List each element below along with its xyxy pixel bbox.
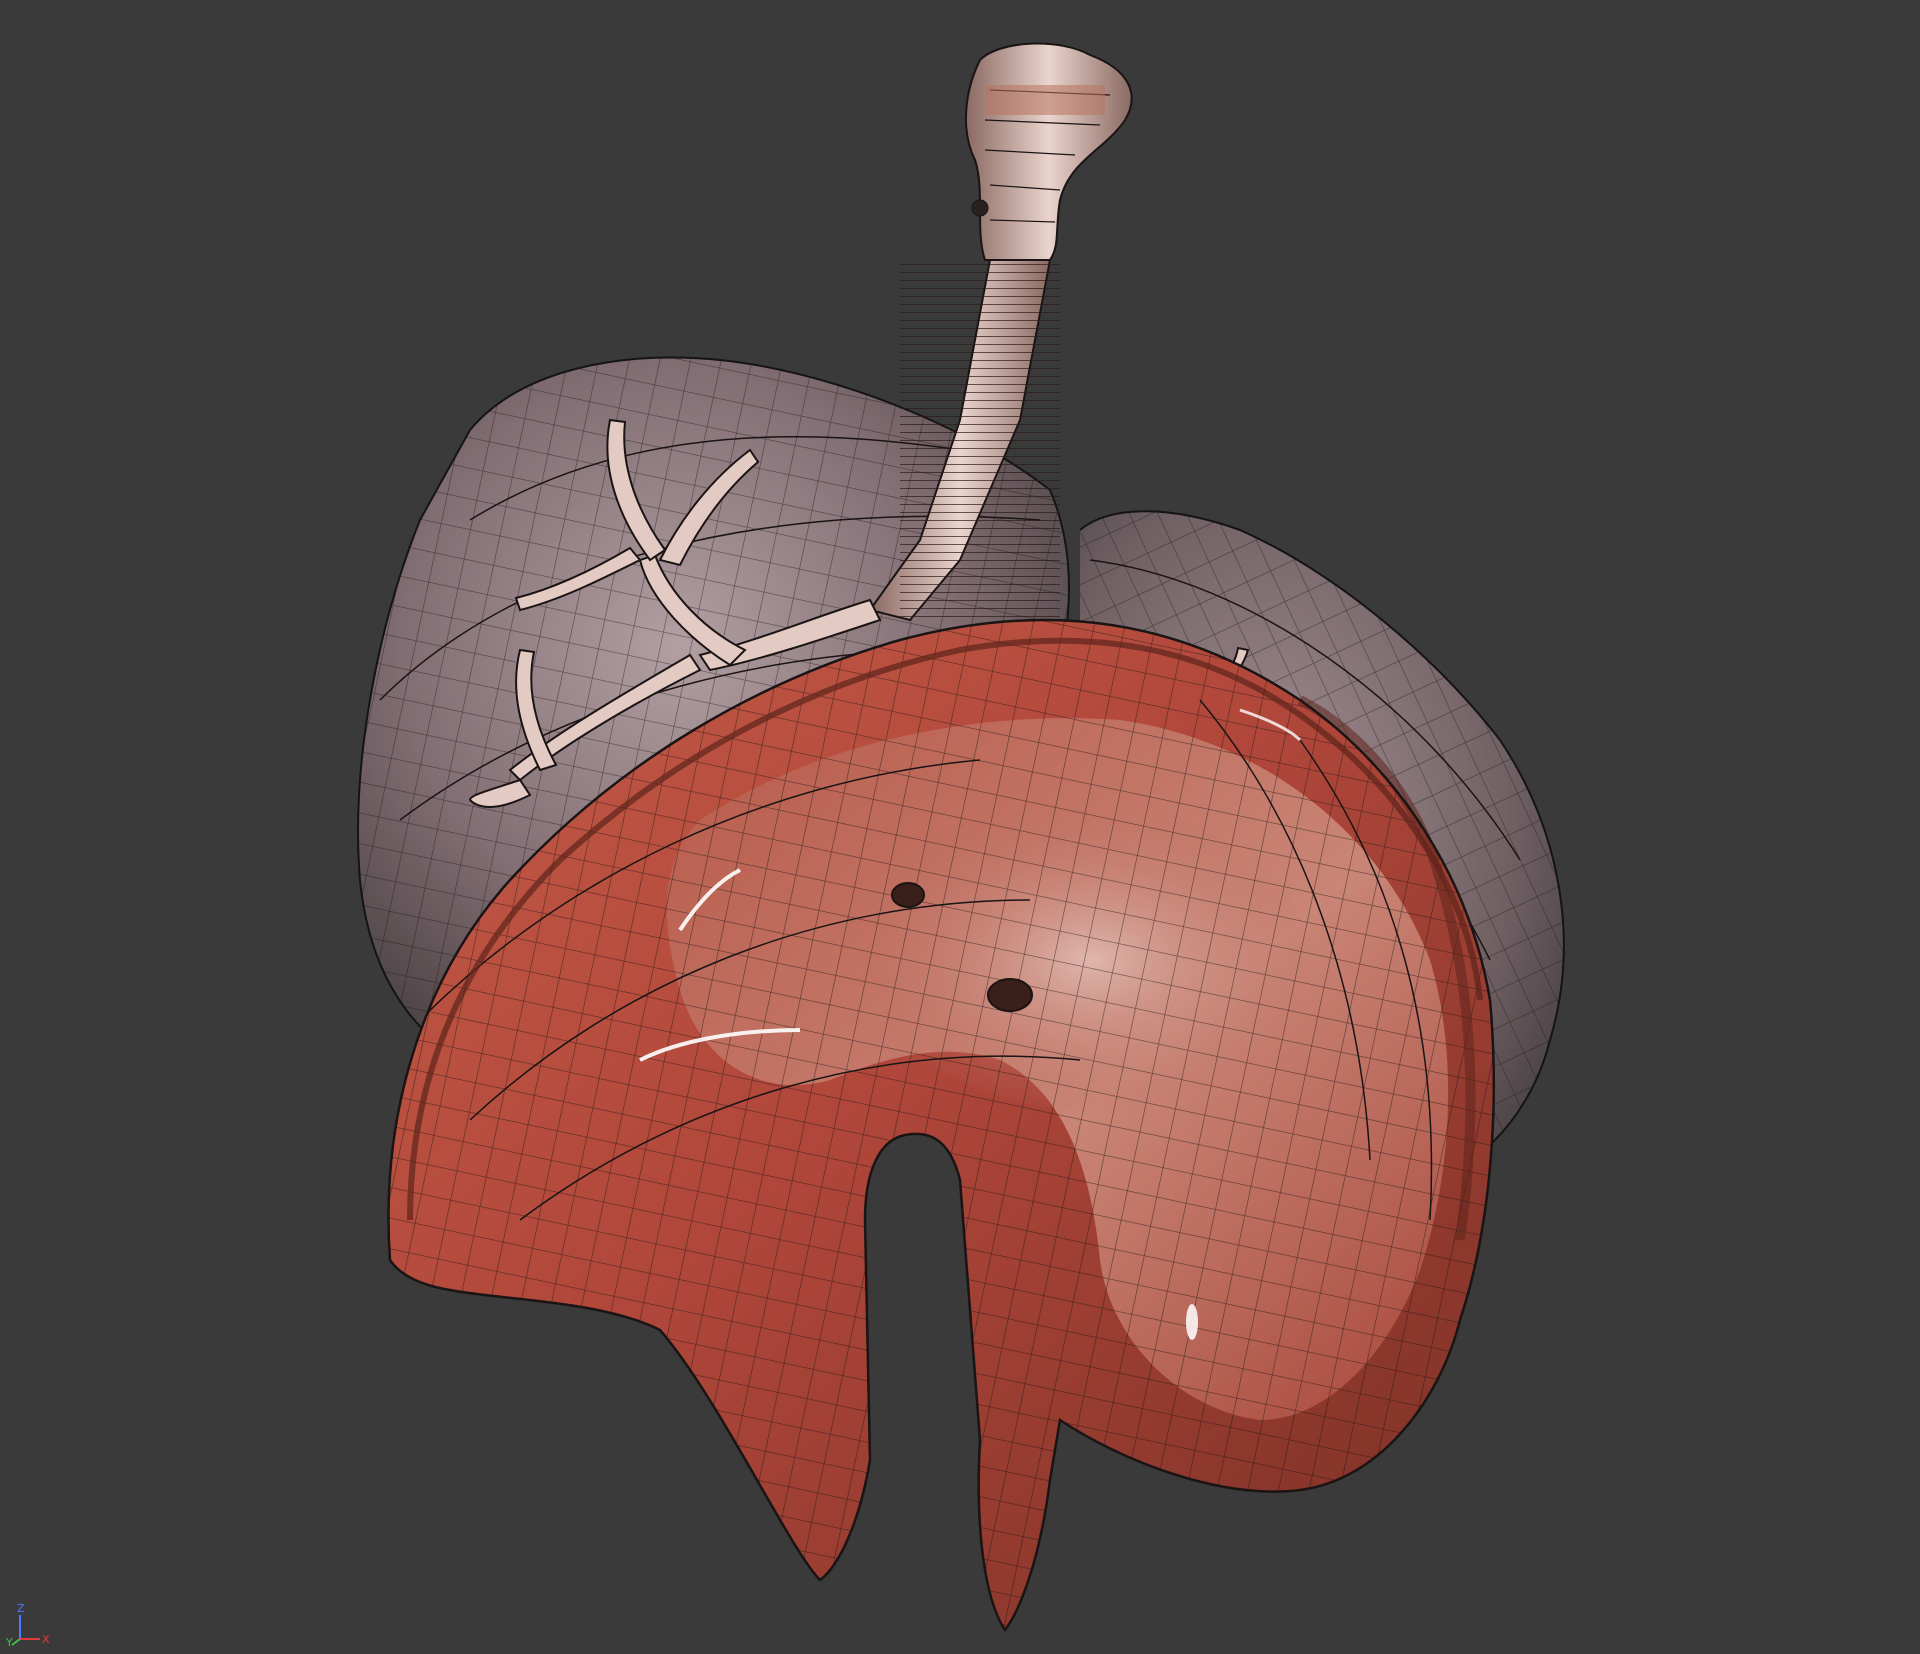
esophageal-opening bbox=[987, 978, 1033, 1012]
vena-cava-opening bbox=[891, 882, 925, 908]
anatomy-scene bbox=[357, 42, 1565, 1633]
axis-gizmo: Z Y X bbox=[6, 1602, 50, 1647]
3d-viewport[interactable]: Z Y X bbox=[0, 0, 1920, 1654]
y-axis-label: Y bbox=[6, 1636, 13, 1647]
y-axis-icon bbox=[11, 1638, 21, 1646]
x-axis-label: X bbox=[42, 1633, 50, 1646]
z-axis-label: Z bbox=[17, 1602, 25, 1615]
